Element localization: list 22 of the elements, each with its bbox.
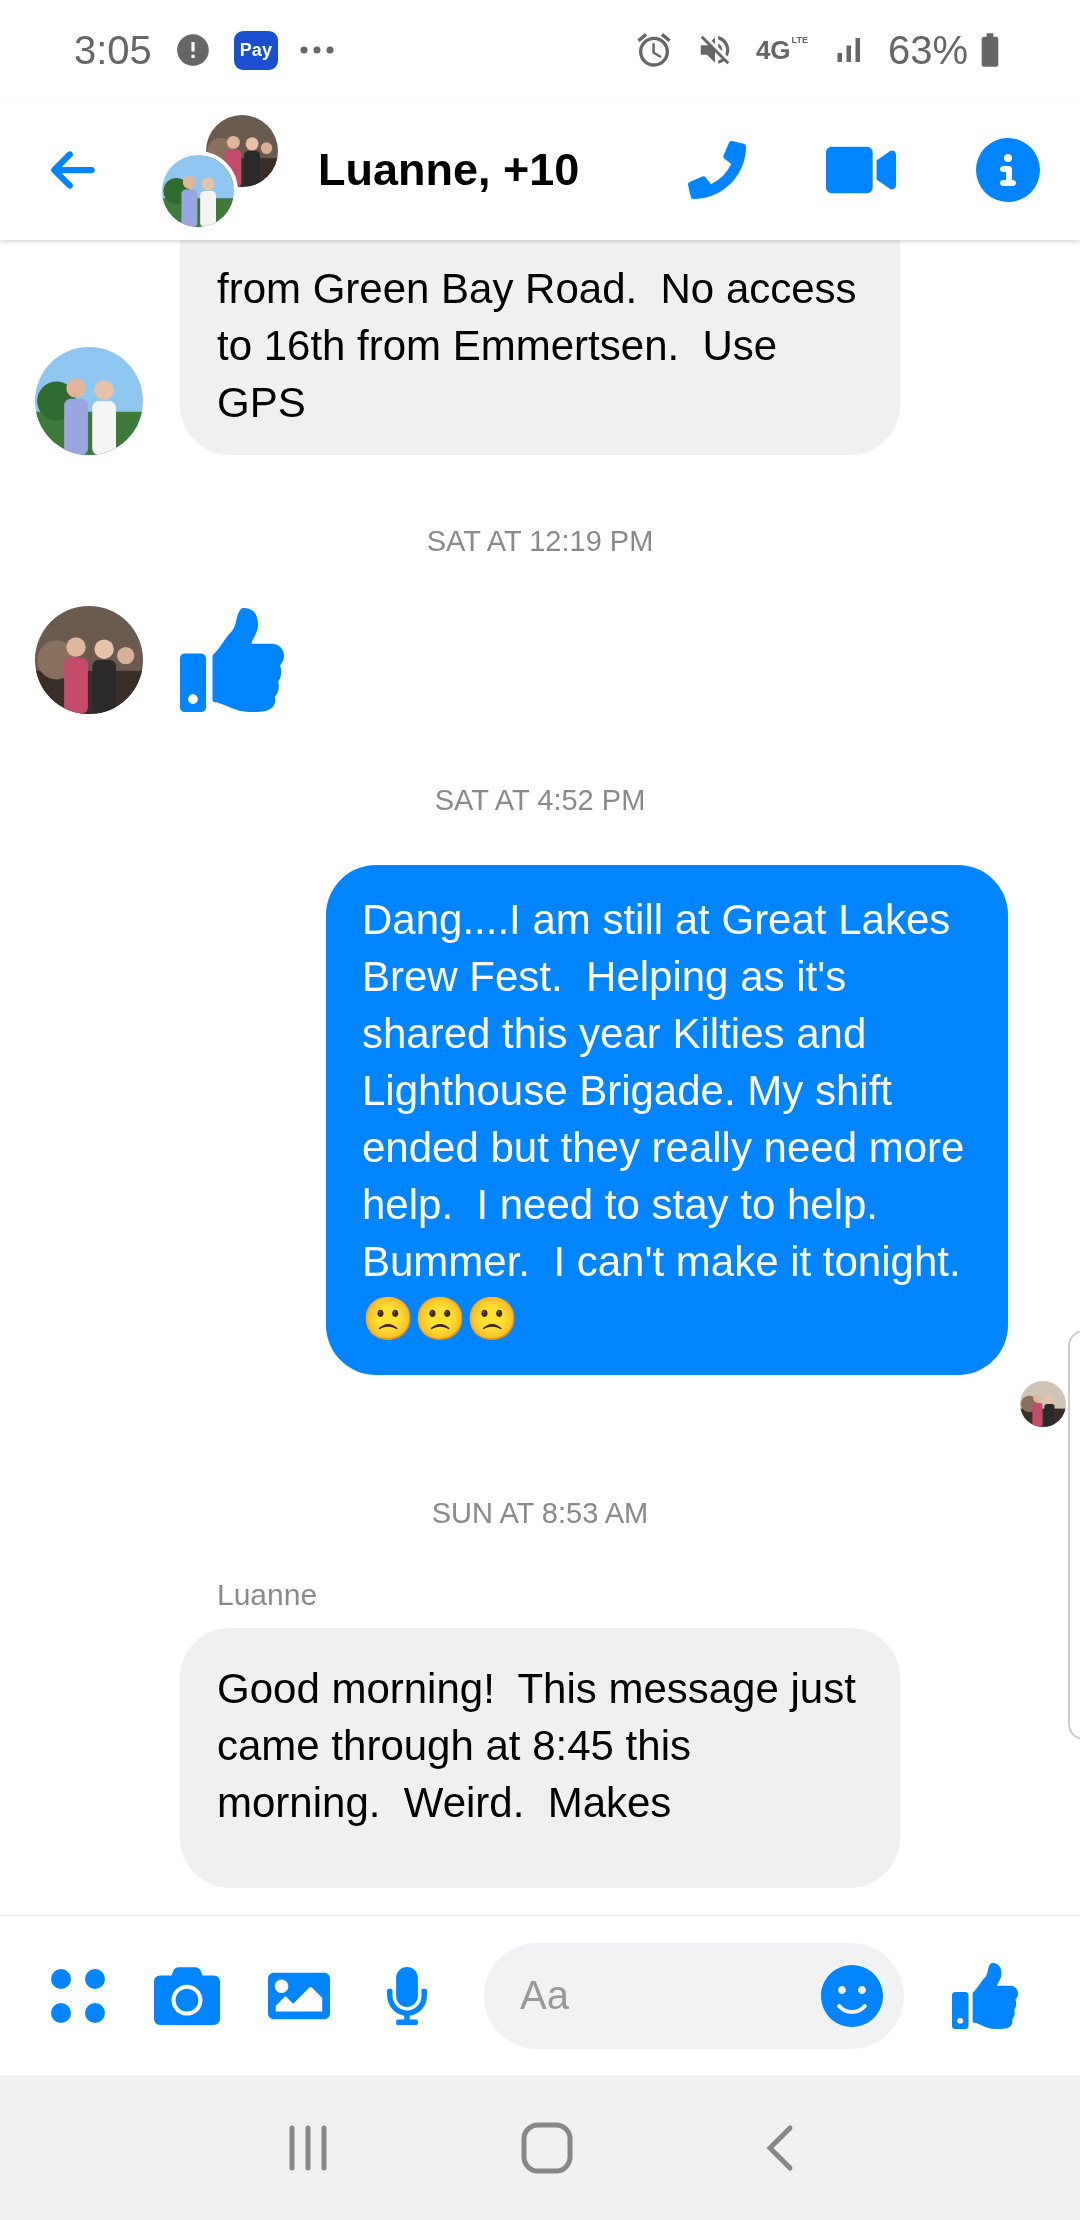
text-input[interactable]: Aa xyxy=(518,1972,820,2019)
call-button[interactable] xyxy=(688,141,746,199)
pay-label: Pay xyxy=(233,30,278,70)
thumbs-up-icon xyxy=(180,608,284,712)
message-bubble: Dang....I am still at Great Lakes Brew Fest. Helping as it's shared this year Kilties and Lighthouse Brigade. My shift ended but they really need more help. I need to stay to help. Bummer. I can't make it tonight.🙁🙁🙁 xyxy=(326,865,1008,1375)
conversation-title: Luanne, +10 xyxy=(318,144,581,196)
home-icon xyxy=(521,2121,573,2174)
emoji-button[interactable] xyxy=(820,1963,884,2028)
sender-name: Luanne xyxy=(217,1578,319,1612)
info-button[interactable] xyxy=(976,138,1040,202)
timestamp: SUN AT 8:53 AM xyxy=(430,1497,650,1530)
status-time: 3:05 xyxy=(74,27,152,73)
more-icon xyxy=(299,46,334,54)
more-apps-button[interactable] xyxy=(50,1967,106,2024)
message-input-field[interactable]: Aa xyxy=(484,1942,904,2049)
message-bubble: Good morning! This message just came through at 8:45 this morning. Weird. Makes xyxy=(180,1628,900,1888)
like-button[interactable] xyxy=(952,1962,1018,2029)
battery-percent: 63% xyxy=(887,27,968,73)
back-icon xyxy=(764,2123,795,2172)
timestamp: SAT AT 12:19 PM xyxy=(425,525,655,558)
timestamp: SAT AT 4:52 PM xyxy=(433,784,647,817)
message-bubble: from Green Bay Road. No access to 16th from Emmertsen. Use GPS xyxy=(180,240,900,455)
